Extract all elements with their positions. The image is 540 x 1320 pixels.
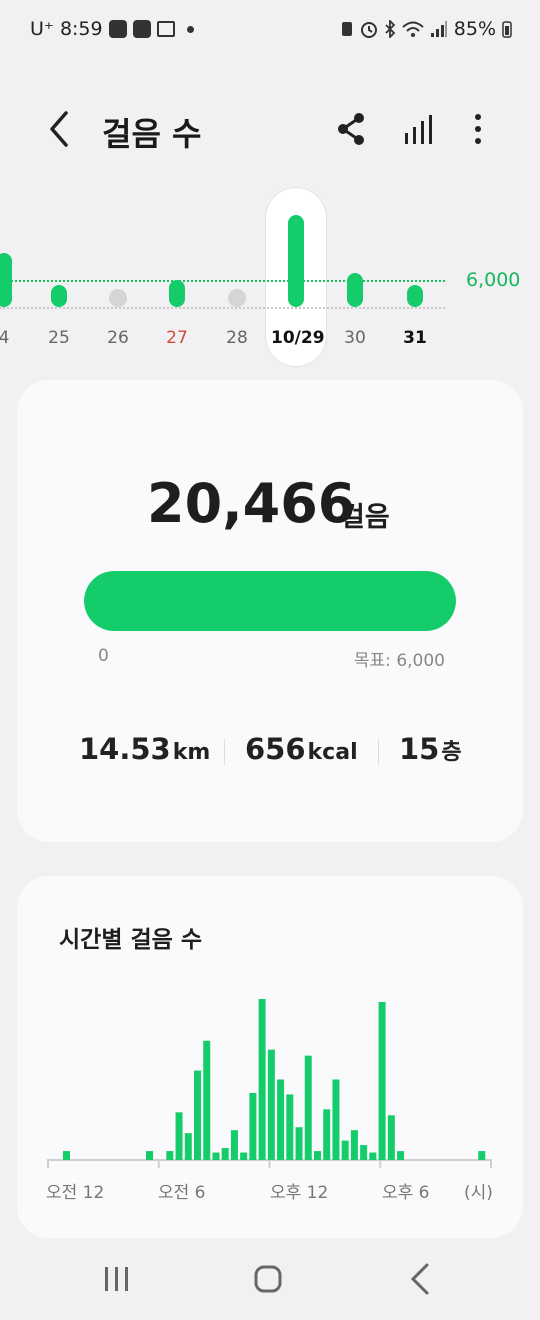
axis-label-12am: 오전 12 xyxy=(46,1183,105,1203)
hourly-bar[interactable] xyxy=(212,1152,220,1160)
hourly-bar[interactable] xyxy=(267,1049,275,1160)
talk-notification-icon xyxy=(108,20,127,38)
baseline xyxy=(0,307,445,309)
battery-percent: 85% xyxy=(453,18,496,40)
steps-summary-card: 20,466 걸음 0 목표: 6,000 14.53km 656kcal 15… xyxy=(17,380,523,842)
status-bar: U⁺ 8:59 85% xyxy=(0,0,540,60)
progress-min-label: 0 xyxy=(98,646,109,666)
day-label[interactable]: 26 xyxy=(93,328,143,348)
hourly-bar[interactable] xyxy=(350,1130,358,1160)
day-step-bar[interactable] xyxy=(51,284,67,307)
app-header: 걸음 수 xyxy=(0,95,540,165)
hourly-bar[interactable] xyxy=(203,1040,211,1160)
day-no-data-dot[interactable] xyxy=(109,289,127,307)
more-notifications-icon xyxy=(186,25,194,33)
recent-apps-icon[interactable] xyxy=(92,1259,142,1299)
axis-label-6am: 오전 6 xyxy=(158,1183,206,1203)
goal-line-label: 6,000 xyxy=(466,269,521,291)
hourly-bar[interactable] xyxy=(313,1151,321,1160)
wifi-icon xyxy=(402,21,424,37)
hourly-bar[interactable] xyxy=(62,1151,70,1160)
daily-step-strip: 6,000 4 25 26 27 28 10/29 30 31 xyxy=(0,185,540,370)
hourly-bar[interactable] xyxy=(341,1140,349,1160)
day-step-bar[interactable] xyxy=(407,284,423,307)
axis-unit-label: (시) xyxy=(464,1183,493,1203)
step-count: 20,466 xyxy=(147,472,356,535)
page-title: 걸음 수 xyxy=(102,115,202,153)
chart-icon[interactable] xyxy=(398,109,438,149)
hourly-bar[interactable] xyxy=(360,1145,368,1160)
status-left: U⁺ 8:59 xyxy=(30,18,194,40)
day-label[interactable]: 31 xyxy=(390,328,440,348)
stat-divider xyxy=(224,739,225,765)
progress-goal-label: 목표: 6,000 xyxy=(353,651,445,671)
hourly-bar[interactable] xyxy=(194,1070,202,1160)
signal-icon xyxy=(430,21,447,37)
system-nav-bar xyxy=(0,1245,540,1320)
step-unit: 걸음 xyxy=(340,502,390,533)
hourly-bar[interactable] xyxy=(286,1094,294,1160)
wallet-notification-icon xyxy=(156,21,175,37)
day-no-data-dot[interactable] xyxy=(228,289,246,307)
clock: 8:59 xyxy=(59,18,103,40)
goal-progress-fill xyxy=(84,571,456,631)
alarm-icon xyxy=(360,22,377,38)
distance-value: 14.53 xyxy=(79,732,171,766)
battery-icon xyxy=(502,21,512,38)
hourly-bar[interactable] xyxy=(304,1055,312,1160)
more-options-icon[interactable] xyxy=(458,109,498,149)
calories-value: 656 xyxy=(245,732,306,766)
floors-value: 15 xyxy=(399,732,440,766)
bluetooth-icon xyxy=(385,20,396,38)
day-step-bar[interactable] xyxy=(169,280,185,307)
day-step-bar[interactable] xyxy=(0,253,12,307)
hourly-bar[interactable] xyxy=(184,1133,192,1160)
hourly-bar[interactable] xyxy=(369,1152,377,1160)
pay-notification-icon xyxy=(132,20,151,38)
hourly-bar[interactable] xyxy=(277,1079,285,1160)
back-nav-icon[interactable] xyxy=(395,1259,445,1299)
hourly-bar[interactable] xyxy=(378,1001,386,1160)
hourly-bar[interactable] xyxy=(249,1092,257,1160)
hourly-bar[interactable] xyxy=(166,1151,174,1160)
carrier-label: U⁺ xyxy=(30,18,54,40)
day-label[interactable]: 25 xyxy=(34,328,84,348)
calories-stat: 656kcal xyxy=(245,732,358,766)
axis-label-12pm: 오후 12 xyxy=(270,1183,329,1203)
floors-unit: 층 xyxy=(441,740,462,765)
stat-divider xyxy=(378,739,379,765)
hourly-bar[interactable] xyxy=(240,1152,248,1160)
day-label[interactable]: 30 xyxy=(330,328,380,348)
day-label[interactable]: 4 xyxy=(0,328,29,348)
hourly-bar[interactable] xyxy=(230,1130,238,1160)
hourly-bar[interactable] xyxy=(478,1151,486,1160)
day-label[interactable]: 27 xyxy=(152,328,202,348)
hourly-steps-card: 시간별 걸음 수 오전 12 오전 6 오후 12 오후 6 (시) xyxy=(17,876,523,1238)
goal-line xyxy=(0,280,445,282)
goal-progress-bar xyxy=(84,571,456,631)
hourly-bar[interactable] xyxy=(258,998,266,1160)
hourly-bar[interactable] xyxy=(387,1115,395,1160)
back-icon[interactable] xyxy=(38,107,82,151)
hourly-bar[interactable] xyxy=(397,1151,405,1160)
hourly-bar[interactable] xyxy=(323,1109,331,1160)
day-label[interactable]: 28 xyxy=(212,328,262,348)
hourly-bar[interactable] xyxy=(221,1148,229,1160)
home-icon[interactable] xyxy=(243,1259,293,1299)
hourly-bar[interactable] xyxy=(295,1127,303,1160)
day-label[interactable]: 10/29 xyxy=(271,328,325,348)
calories-unit: kcal xyxy=(307,740,358,765)
hourly-bar[interactable] xyxy=(146,1151,154,1160)
share-icon[interactable] xyxy=(332,109,372,149)
status-right: 85% xyxy=(340,18,512,40)
hourly-bar[interactable] xyxy=(332,1079,340,1160)
day-step-bar[interactable] xyxy=(288,215,304,307)
distance-unit: km xyxy=(172,740,211,765)
hourly-bar[interactable] xyxy=(175,1112,183,1160)
sim-icon xyxy=(341,22,352,36)
distance-stat: 14.53km xyxy=(79,732,210,766)
floors-stat: 15층 xyxy=(399,732,462,766)
axis-label-6pm: 오후 6 xyxy=(382,1183,430,1203)
day-step-bar[interactable] xyxy=(347,273,363,307)
